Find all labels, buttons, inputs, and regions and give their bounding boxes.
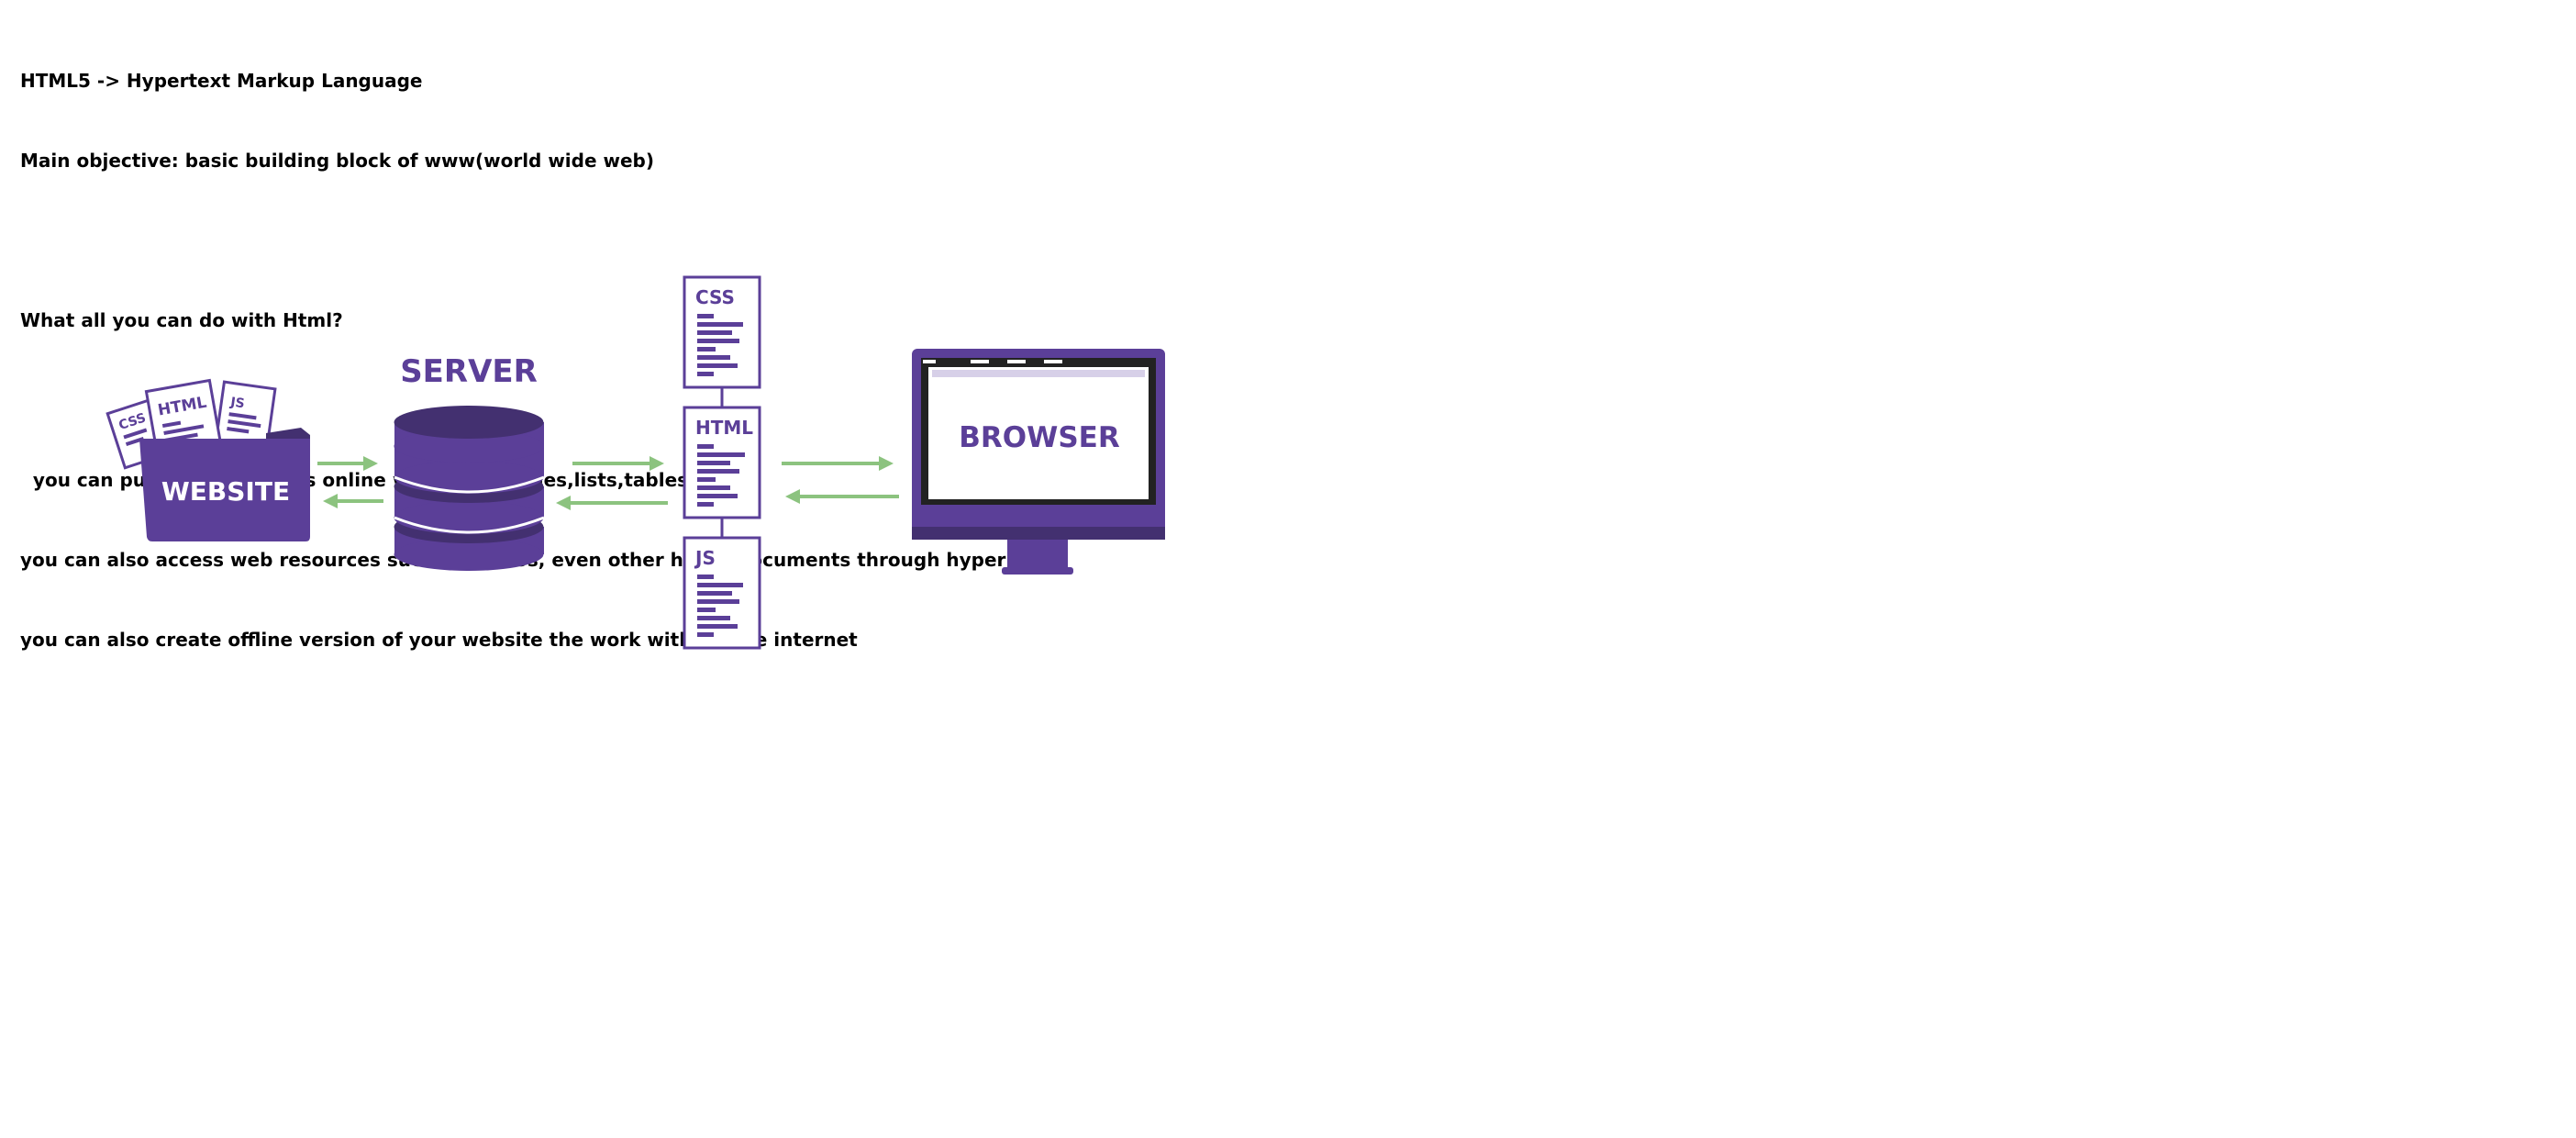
arrows-server-files	[556, 456, 668, 510]
notes-line-objective: Main objective: basic building block of …	[20, 150, 655, 172]
browser-monitor: BROWSER	[912, 349, 1165, 575]
server-database: SERVER	[394, 353, 545, 571]
browser-label: BROWSER	[959, 421, 1120, 454]
website-label: WEBSITE	[161, 476, 290, 507]
website-folder: CSS JS HTML WEBSITE	[105, 378, 310, 541]
diagram-svg: CSS JS HTML WEBSITE SERVER CSS HTML JS B…	[105, 275, 1165, 650]
notes-line-title: HTML5 -> Hypertext Markup Language	[20, 70, 423, 92]
web-architecture-diagram: CSS JS HTML WEBSITE SERVER CSS HTML JS B…	[0, 257, 1284, 679]
website-doc-js-label: JS	[228, 395, 245, 411]
file-js: JS	[683, 536, 761, 650]
file-css-label: CSS	[695, 286, 735, 308]
arrows-website-server	[317, 456, 383, 508]
notes-blank-line	[20, 228, 1055, 254]
arrows-files-browser	[782, 456, 899, 504]
file-html-label: HTML	[695, 417, 753, 439]
server-label: SERVER	[400, 353, 538, 390]
file-html: HTML	[683, 406, 761, 519]
files-stack: CSS HTML JS	[683, 275, 761, 650]
file-js-label: JS	[694, 547, 716, 569]
file-css: CSS	[683, 275, 761, 389]
